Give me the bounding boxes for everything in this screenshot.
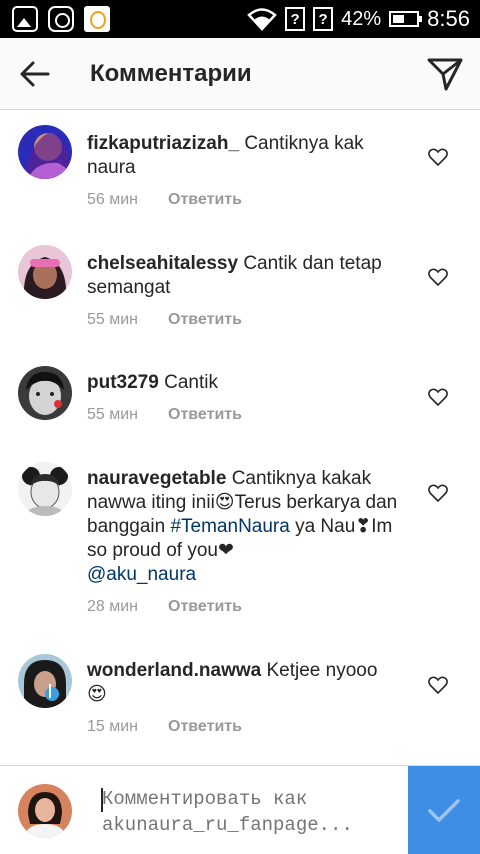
checkmark-icon [428,798,460,822]
mention-link[interactable]: @aku_naura [87,564,196,585]
avatar [18,784,72,838]
instagram-icon [48,6,74,32]
comment-text: Ketjee nyooo [266,660,378,681]
avatar[interactable] [18,245,72,299]
heart-icon[interactable] [428,268,448,286]
heart-icon[interactable] [428,148,448,166]
comment-input[interactable] [102,786,392,842]
reply-button[interactable]: Ответить [168,718,242,736]
avatar[interactable] [18,462,72,516]
avatar[interactable] [18,366,72,420]
header: Комментарии [0,38,480,110]
comment-username[interactable]: fizkaputriazizah_ [87,133,239,154]
smiling-heart-eyes-emoji: 😍 [214,492,235,513]
heart-icon[interactable] [428,388,448,406]
avatar[interactable] [18,654,72,708]
arrow-left-icon[interactable] [18,58,52,90]
gallery-icon [12,6,38,32]
reply-button[interactable]: Ответить [168,311,242,329]
clock: 8:56 [427,6,470,31]
comment-text: Cantik [164,372,218,393]
wifi-icon [247,8,277,31]
comment-composer [0,765,480,854]
comment-time: 15 мин [87,718,139,735]
page-title: Комментарии [90,60,252,87]
comment-text: ya Nau [289,516,356,537]
battery-percent: 42% [341,7,382,30]
comment-time: 55 мин [87,406,139,423]
comment-username[interactable]: put3279 [87,372,159,393]
reply-button[interactable]: Ответить [168,598,242,616]
reply-button[interactable]: Ответить [168,191,242,209]
heart-exclamation-emoji: ❣ [355,516,372,537]
smiling-heart-eyes-emoji: 😍 [87,684,107,705]
sim1-icon: ? [285,7,306,31]
comment-username[interactable]: wonderland.nawwa [87,660,261,681]
send-icon[interactable] [426,56,464,92]
comment-time: 55 мин [87,311,139,328]
status-bar: ? ? 42% 8:56 [0,0,480,38]
sim2-icon: ? [313,7,334,31]
hashtag-link[interactable]: #TemanNaura [170,516,289,537]
reply-button[interactable]: Ответить [168,406,242,424]
avatar[interactable] [18,125,72,179]
app-icon [84,6,110,32]
black-heart-emoji: ❤ [217,540,234,561]
battery-icon [389,11,423,27]
comment-username[interactable]: nauravegetable [87,468,226,489]
comment-username[interactable]: chelseahitalessy [87,253,238,274]
heart-icon[interactable] [428,484,448,502]
comment-time: 56 мин [87,191,139,208]
post-comment-button[interactable] [408,766,480,854]
heart-icon[interactable] [428,676,448,694]
comment-time: 28 мин [87,598,139,615]
